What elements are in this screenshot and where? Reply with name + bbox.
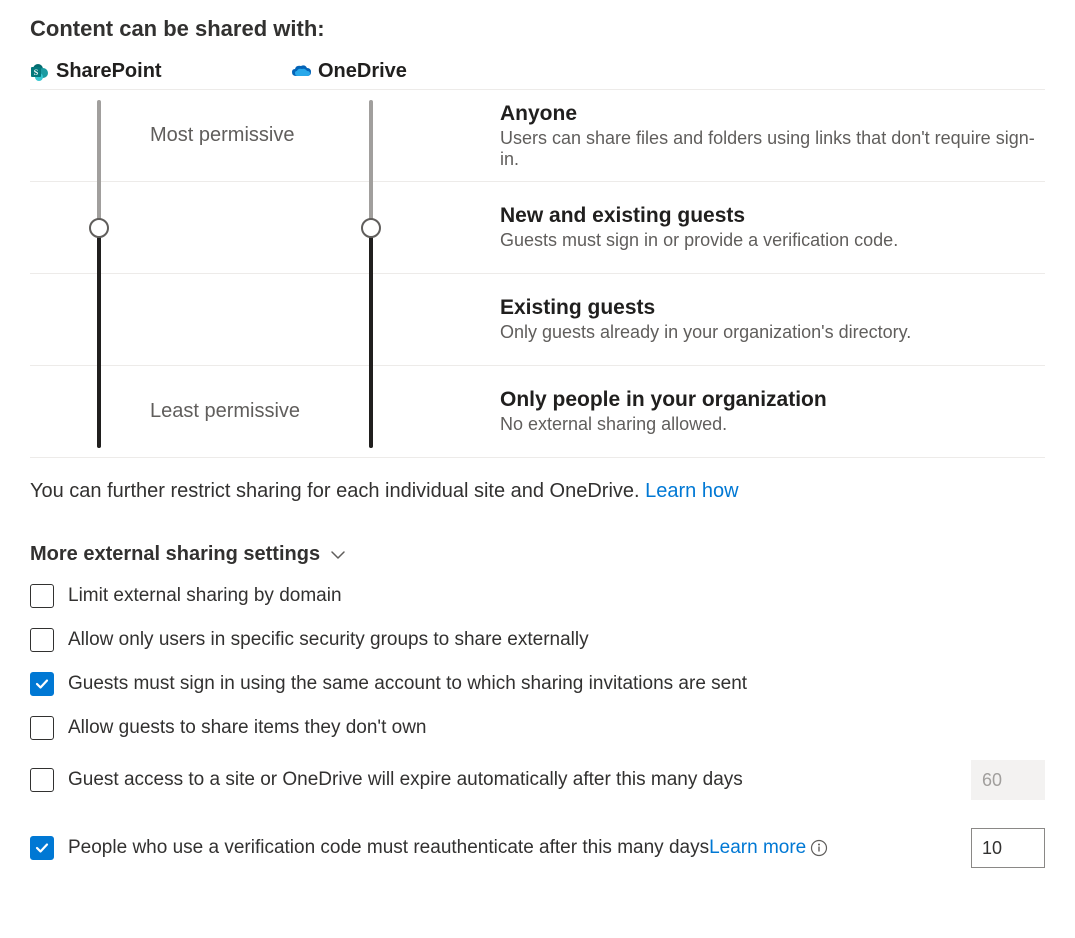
checkbox-label: Guest access to a site or OneDrive will … [68,769,743,791]
more-settings-title: More external sharing settings [30,543,320,566]
level-title: New and existing guests [500,204,1045,228]
days-input [971,760,1045,800]
checkbox-label: Limit external sharing by domain [68,585,342,607]
sharepoint-sharing-slider[interactable] [88,100,110,448]
least-permissive-label: Least permissive [150,400,350,423]
more-external-sharing-settings-toggle[interactable]: More external sharing settings [30,543,1045,566]
restrict-note-text: You can further restrict sharing for eac… [30,480,640,502]
level-description: Guests must sign in or provide a verific… [500,230,1045,251]
level-title: Only people in your organization [500,388,1045,412]
onedrive-sharing-slider[interactable] [360,100,382,448]
checkbox-label: Allow guests to share items they don't o… [68,717,426,739]
level-description: Only guests already in your organization… [500,322,1045,343]
learn-how-link[interactable]: Learn how [645,480,738,502]
product-sharepoint-label: SharePoint [56,60,162,83]
checkbox-row: Allow only users in specific security gr… [30,628,1045,652]
checkbox-label: Guests must sign in using the same accou… [68,673,747,695]
level-description: Users can share files and folders using … [500,128,1045,170]
sharing-slider-grid: Most permissive Anyone Users can share f… [30,90,1045,458]
checkbox-row: Limit external sharing by domain [30,584,1045,608]
more-settings-checkbox-list: Limit external sharing by domain Allow on… [30,584,1045,868]
checkbox-row: Guests must sign in using the same accou… [30,672,1045,696]
sharing-level-row: Existing guests Only guests already in y… [30,274,1045,366]
checkbox-row: Guest access to a site or OneDrive will … [30,760,1045,800]
product-sharepoint: S SharePoint [30,60,290,83]
product-header: S SharePoint OneDrive [30,60,1045,90]
most-permissive-label: Most permissive [150,124,350,147]
svg-text:S: S [34,68,39,77]
sharing-level-row: New and existing guests Guests must sign… [30,182,1045,274]
sharepoint-icon: S [30,62,50,82]
sharing-level-row: Most permissive Anyone Users can share f… [30,90,1045,182]
checkbox-row: Allow guests to share items they don't o… [30,716,1045,740]
checkbox[interactable] [30,628,54,652]
level-title: Anyone [500,102,1045,126]
level-title: Existing guests [500,296,1045,320]
onedrive-icon [290,62,312,82]
sharing-level-row: Least permissive Only people in your org… [30,366,1045,458]
restrict-note: You can further restrict sharing for eac… [30,480,1045,503]
checkbox[interactable] [30,716,54,740]
section-title: Content can be shared with: [30,16,1045,42]
product-onedrive: OneDrive [290,60,490,83]
checkbox[interactable] [30,584,54,608]
checkbox[interactable] [30,768,54,792]
checkbox[interactable] [30,836,54,860]
days-input[interactable] [971,828,1045,868]
checkbox[interactable] [30,672,54,696]
info-icon[interactable] [810,839,828,857]
product-onedrive-label: OneDrive [318,60,407,83]
checkbox-label: People who use a verification code must … [68,837,709,859]
level-description: No external sharing allowed. [500,414,1045,435]
chevron-down-icon [330,547,346,563]
learn-more-link[interactable]: Learn more [709,837,806,859]
checkbox-label: Allow only users in specific security gr… [68,629,589,651]
checkbox-row: People who use a verification code must … [30,828,1045,868]
